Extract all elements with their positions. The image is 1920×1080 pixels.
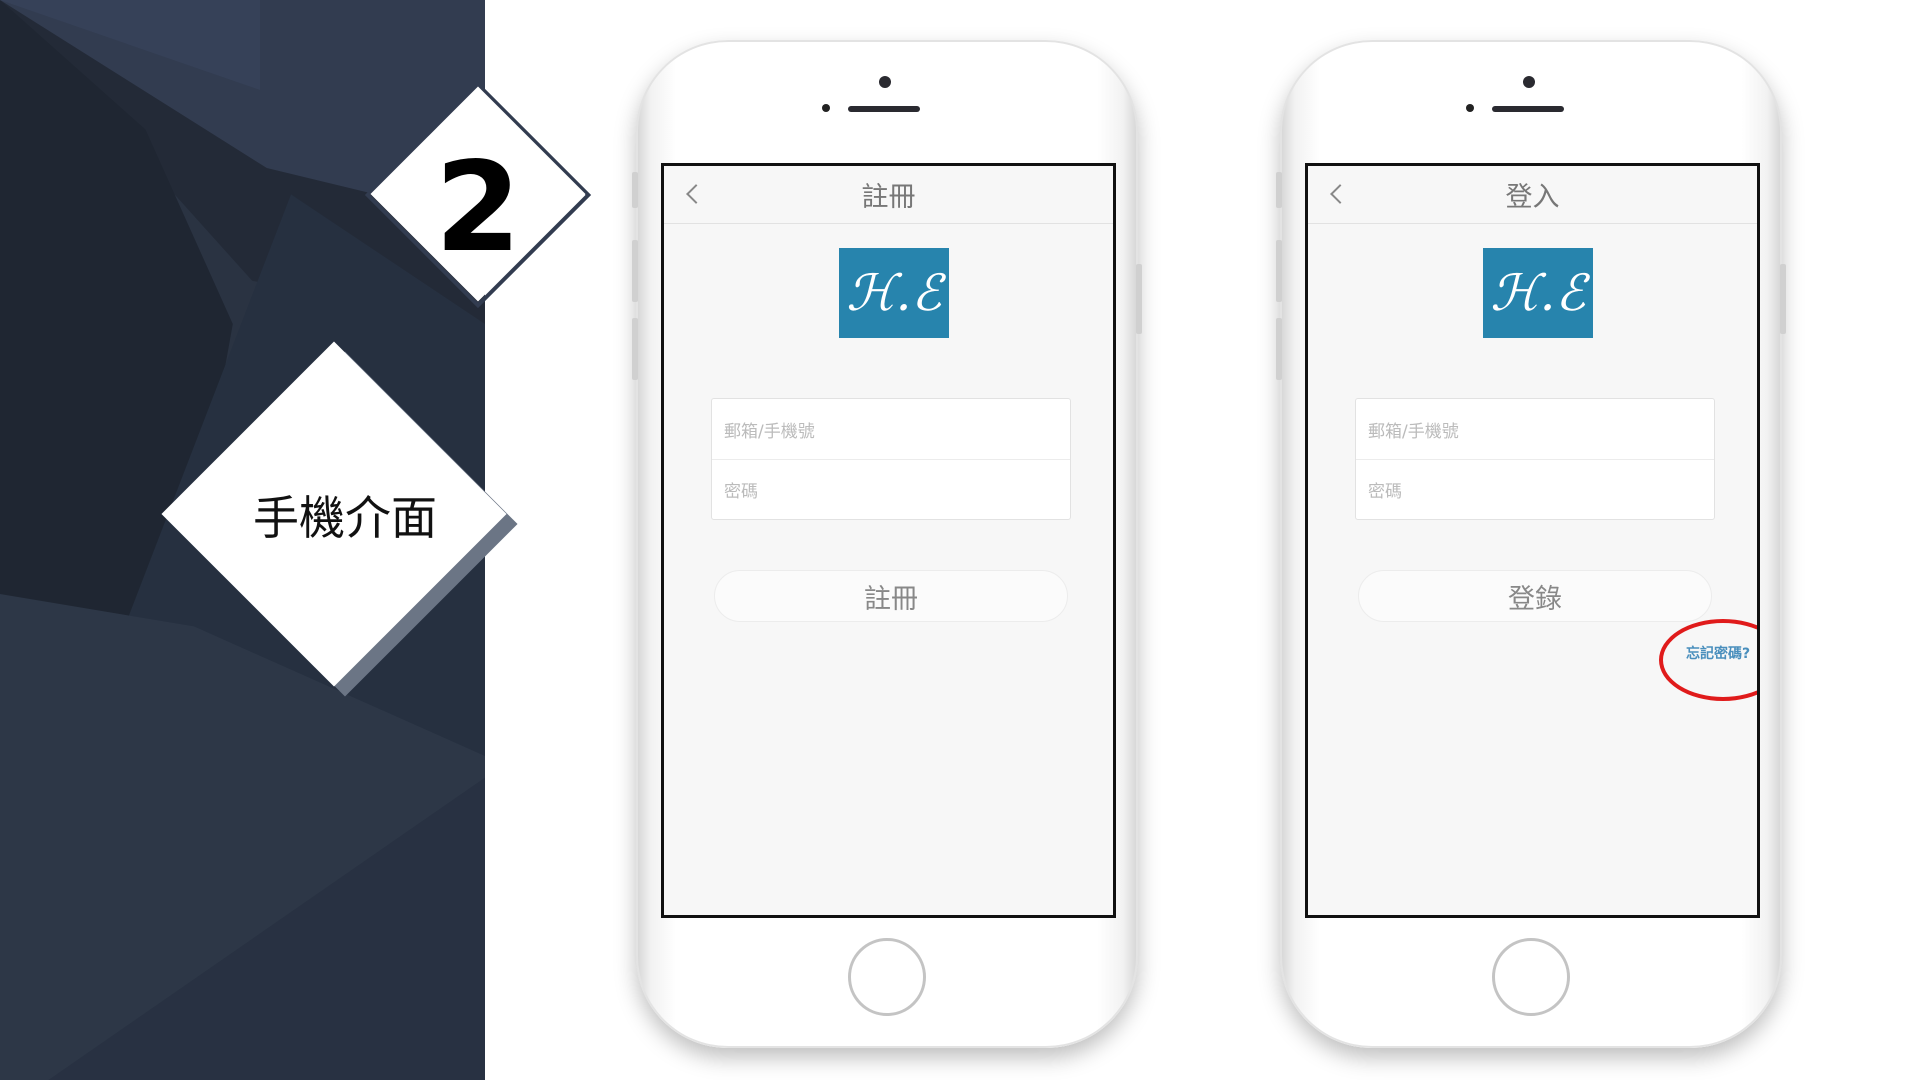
phone-volume-up <box>1276 240 1282 302</box>
password-field[interactable]: 密碼 <box>712 459 1070 519</box>
front-camera-icon <box>1523 76 1535 88</box>
highlight-circle <box>1659 619 1757 701</box>
register-button[interactable]: 註冊 <box>714 570 1068 622</box>
sensor-dot <box>822 104 830 112</box>
phone-register: 註冊 ℋ.ℰ 郵箱/手機號 密碼 註冊 <box>632 40 1142 1048</box>
nav-bar: 登入 <box>1308 166 1757 224</box>
phone-power-button <box>1780 264 1786 334</box>
phone-mute-switch <box>1276 172 1282 208</box>
back-chevron-icon[interactable] <box>686 184 706 204</box>
input-group: 郵箱/手機號 密碼 <box>1355 398 1715 520</box>
app-logo: ℋ.ℰ <box>1483 248 1593 338</box>
phone-mute-switch <box>632 172 638 208</box>
earpiece-speaker <box>848 106 920 112</box>
email-field[interactable]: 郵箱/手機號 <box>712 399 1070 459</box>
phone-volume-down <box>1276 318 1282 380</box>
nav-title: 登入 <box>1505 182 1560 213</box>
step-number: 2 <box>434 136 522 280</box>
home-button[interactable] <box>848 938 926 1016</box>
phone-volume-up <box>632 240 638 302</box>
phone-screen: 註冊 ℋ.ℰ 郵箱/手機號 密碼 註冊 <box>661 163 1116 918</box>
password-field[interactable]: 密碼 <box>1356 459 1714 519</box>
input-group: 郵箱/手機號 密碼 <box>711 398 1071 520</box>
phone-screen: 登入 ℋ.ℰ 郵箱/手機號 密碼 登錄 忘記密碼? <box>1305 163 1760 918</box>
phone-volume-down <box>632 318 638 380</box>
earpiece-speaker <box>1492 106 1564 112</box>
front-camera-icon <box>879 76 891 88</box>
home-button[interactable] <box>1492 938 1570 1016</box>
nav-title: 註冊 <box>861 182 916 213</box>
phone-login: 登入 ℋ.ℰ 郵箱/手機號 密碼 登錄 忘記密碼? <box>1276 40 1786 1048</box>
nav-bar: 註冊 <box>664 166 1113 224</box>
sensor-dot <box>1466 104 1474 112</box>
app-logo: ℋ.ℰ <box>839 248 949 338</box>
section-label: 手機介面 <box>253 491 437 545</box>
email-field[interactable]: 郵箱/手機號 <box>1356 399 1714 459</box>
login-button[interactable]: 登錄 <box>1358 570 1712 622</box>
back-chevron-icon[interactable] <box>1330 184 1350 204</box>
phone-power-button <box>1136 264 1142 334</box>
